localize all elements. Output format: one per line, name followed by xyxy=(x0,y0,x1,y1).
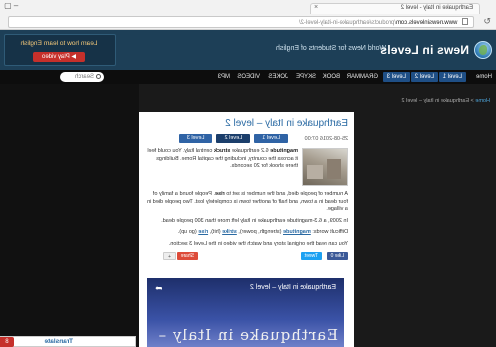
tab-title: Earthquake in Italy - level 2 xyxy=(400,5,473,11)
word-rise-link[interactable]: rise xyxy=(198,229,208,235)
browser-toolbar: ↻ www.newsinlevels.com/products/earthqua… xyxy=(0,14,496,30)
translate-widget[interactable]: Translate xyxy=(0,336,136,347)
tab-strip: Earthquake in Italy - level 2 × – ▢ xyxy=(0,0,496,14)
share-icon[interactable]: ➦ xyxy=(155,283,163,294)
video-title: Earthquake in Italy – level 2 xyxy=(250,284,336,291)
level-3-button[interactable]: Level 3 xyxy=(178,134,213,143)
screen: Earthquake in Italy - level 2 × – ▢ ↻ ww… xyxy=(0,0,496,347)
facebook-like-button[interactable]: Like 0 xyxy=(326,252,348,260)
logo-text: News in Levels xyxy=(380,43,469,57)
play-icon: ▶ xyxy=(69,54,76,60)
level-1-button[interactable]: Level 1 xyxy=(254,134,288,143)
article-date: 25-08-2016 07:00 xyxy=(304,136,348,142)
article-meta: 25-08-2016 07:00 Level 1 Level 2 Level 3 xyxy=(145,134,348,144)
globe-icon xyxy=(474,41,492,59)
video-player[interactable]: Earthquake in Italy – level 2 ➦ Earthqua… xyxy=(147,278,344,347)
share-button[interactable]: Share xyxy=(176,252,198,260)
article-photo xyxy=(302,148,348,186)
translate-label: Translate xyxy=(44,338,73,345)
page-icon xyxy=(462,18,468,25)
breadcrumb-separator: > xyxy=(470,98,474,104)
like-label: Like xyxy=(334,253,344,259)
breadcrumb-home[interactable]: Home xyxy=(475,98,490,104)
search-icon xyxy=(96,74,101,79)
level-2-button[interactable]: Level 2 xyxy=(216,134,251,143)
paragraph-3: In 2009, a 6.3-magnitude earthquake in I… xyxy=(161,217,348,224)
play-video-button[interactable]: ▶ Play video xyxy=(33,52,85,62)
right-sidebar xyxy=(0,84,139,347)
close-icon[interactable]: × xyxy=(314,4,318,11)
paragraph-5: You can read the original story and watc… xyxy=(168,240,348,247)
difficult-words: Difficult words: magnitude (strength, po… xyxy=(145,229,348,237)
promo-text: Learn how to learn English xyxy=(20,40,98,47)
paragraph-1: magnitude 6.2 earthquake struck central … xyxy=(145,148,298,171)
address-bar[interactable]: www.newsinlevels.com/products/earthquake… xyxy=(8,16,474,28)
url-path: /products/earthquake-in-italy-level-2/ xyxy=(298,20,396,26)
reload-icon[interactable]: ↻ xyxy=(483,16,491,27)
play-video-label: Play video xyxy=(42,54,70,60)
gloss-1: (strength, power), xyxy=(236,229,283,235)
left-gutter xyxy=(354,84,496,347)
nav-skype[interactable]: SKYPE xyxy=(296,72,316,82)
p2-text-a: A number of people died, and the number … xyxy=(224,191,348,197)
nav-videos[interactable]: VIDEOS xyxy=(237,72,260,82)
breadcrumb: Home > Earthquake in Italy – level 2 xyxy=(401,98,490,104)
video-frame-title: Earthquake in Italy – level 2 xyxy=(153,326,338,344)
tweet-button[interactable]: Tweet xyxy=(300,252,322,260)
gloss-2: (hit), xyxy=(208,229,223,235)
gloss-3: (go up). xyxy=(177,229,199,235)
tagline: World News for Students of English xyxy=(276,45,386,52)
difficult-words-label: Difficult words: xyxy=(310,229,348,235)
word-magnitude-link[interactable]: magnitude xyxy=(283,229,311,235)
nav-level-2[interactable]: Level 2 xyxy=(410,72,438,82)
article-title: Earthquake in Italy – level 2 xyxy=(225,118,348,129)
search-placeholder: Search xyxy=(74,74,94,80)
url-domain: www.newsinlevels.com xyxy=(395,20,458,26)
nav-grammar[interactable]: GRAMMAR xyxy=(347,72,378,82)
logo[interactable]: News in Levels xyxy=(380,39,492,61)
window-controls-icon[interactable]: – ▢ xyxy=(4,1,18,10)
browser-chrome: Earthquake in Italy - level 2 × – ▢ ↻ ww… xyxy=(0,0,496,30)
nav-level-1[interactable]: Level 1 xyxy=(438,72,466,82)
breadcrumb-current: Earthquake in Italy – level 2 xyxy=(401,98,470,104)
like-count: 0 xyxy=(330,253,334,259)
nav-book[interactable]: BOOK xyxy=(323,72,340,82)
nav-level-3[interactable]: Level 3 xyxy=(382,72,410,82)
main-nav: Home Level 1 Level 2 Level 3 GRAMMAR BOO… xyxy=(0,70,496,84)
site-header: News in Levels World News for Students o… xyxy=(0,30,496,70)
nav-mp3[interactable]: MP3 xyxy=(218,72,230,82)
promo-banner[interactable]: Learn how to learn English ▶ Play video xyxy=(4,34,116,66)
mirrored-page: Earthquake in Italy - level 2 × – ▢ ↻ ww… xyxy=(0,0,496,347)
nav-jokes[interactable]: JOKES xyxy=(268,72,288,82)
share-row: Like 0 Tweet Share + xyxy=(145,252,348,262)
keyword-rise: rise xyxy=(214,191,225,197)
browser-tab[interactable]: Earthquake in Italy - level 2 × xyxy=(310,3,480,14)
page-main: Home > Earthquake in Italy – level 2 Ear… xyxy=(0,84,496,347)
p1-text-a: 6.2 earthquake xyxy=(230,148,271,154)
keyword-magnitude: magnitude xyxy=(270,148,298,154)
level-switcher: Level 1 Level 2 Level 3 xyxy=(178,134,288,143)
word-strike-link[interactable]: strike xyxy=(222,229,237,235)
nav-home[interactable]: Home xyxy=(476,72,492,82)
notification-badge[interactable]: 8 xyxy=(0,337,14,347)
article-lead: magnitude 6.2 earthquake struck central … xyxy=(145,148,348,188)
search-input[interactable]: Search xyxy=(60,72,104,82)
plus-one-button[interactable]: + xyxy=(163,252,176,260)
paragraph-2: A number of people died, and the number … xyxy=(145,191,348,214)
keyword-struck: struck xyxy=(213,148,231,154)
